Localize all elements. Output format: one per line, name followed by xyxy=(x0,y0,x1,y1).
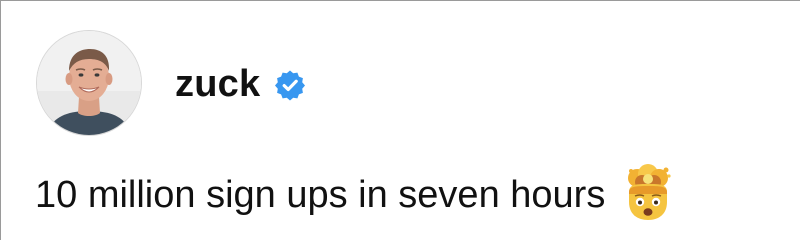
post-text-row: 10 million sign ups in seven hours xyxy=(35,164,677,223)
post-card: zuck 10 million sign ups in seven hours xyxy=(0,0,800,240)
verified-badge-icon xyxy=(274,69,306,101)
profile-photo-icon xyxy=(37,31,141,135)
post-text: 10 million sign ups in seven hours xyxy=(35,174,606,216)
exploding-head-icon xyxy=(619,164,677,222)
username-row: zuck xyxy=(175,61,306,107)
username[interactable]: zuck xyxy=(175,61,260,107)
avatar[interactable] xyxy=(37,31,141,135)
